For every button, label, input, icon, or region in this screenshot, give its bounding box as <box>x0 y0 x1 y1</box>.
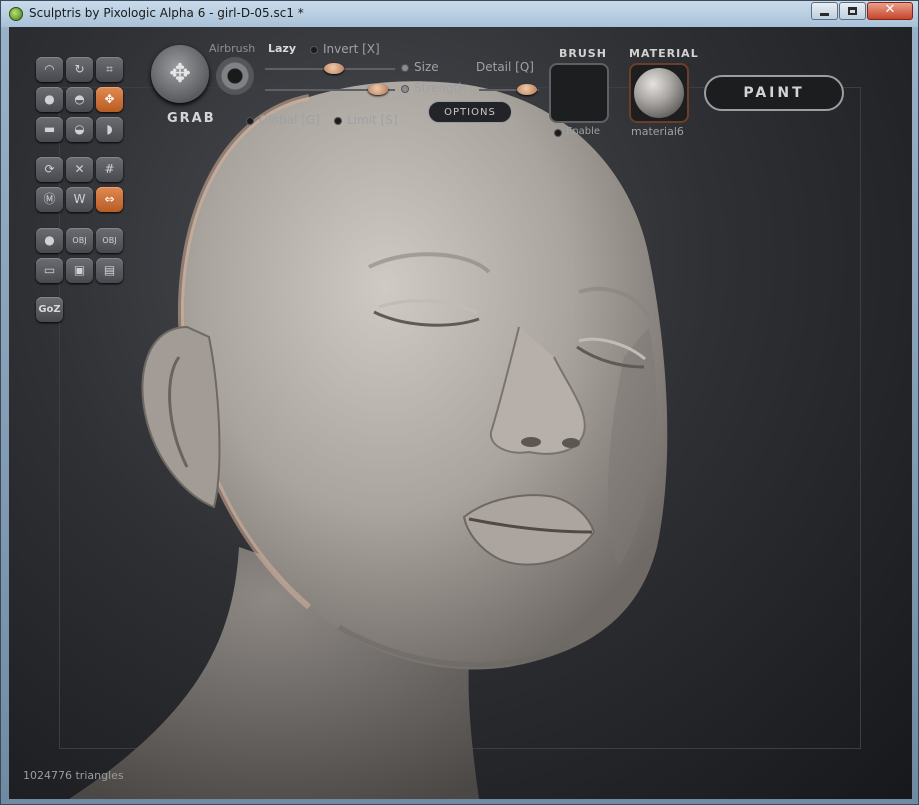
invert-toggle[interactable] <box>311 47 317 53</box>
export-obj-tool[interactable]: OBJ <box>96 228 123 253</box>
paint-button[interactable]: PAINT <box>704 75 844 111</box>
size-slider-knob[interactable] <box>324 63 344 74</box>
grid-tool[interactable]: # <box>96 157 123 182</box>
ear-shape <box>141 325 221 509</box>
plane-tool[interactable]: ▭ <box>36 258 63 283</box>
limit-toggle[interactable] <box>335 118 341 124</box>
brush-slot[interactable] <box>549 63 609 123</box>
rotate-icon: ↻ <box>74 62 85 76</box>
flatten-tool[interactable]: ▬ <box>36 117 63 142</box>
open-icon: ▣ <box>73 263 86 277</box>
size-label: Size <box>414 60 439 74</box>
strength-label: Strength <box>414 81 466 95</box>
enable-toggle[interactable] <box>555 130 561 136</box>
export-obj-icon: OBJ <box>102 236 117 245</box>
pinch-tool[interactable]: ◒ <box>66 117 93 142</box>
scale-tool[interactable]: ⌗ <box>96 57 123 82</box>
grab-tool[interactable]: ✥ <box>96 87 123 112</box>
minimize-icon <box>820 13 829 16</box>
window-title: Sculptris by Pixologic Alpha 6 - girl-D-… <box>29 6 304 20</box>
sculptris-logo-icon <box>9 7 23 21</box>
airbrush-label[interactable]: Airbrush <box>209 42 255 55</box>
material-name: material6 <box>631 125 684 138</box>
wireframe-icon: W <box>73 192 86 206</box>
close-button[interactable]: ✕ <box>867 2 913 20</box>
detail-label: Detail [Q] <box>476 60 534 74</box>
reduce-icon: ✕ <box>74 162 85 176</box>
subdivide-icon: ⟳ <box>44 162 55 176</box>
draw-tool[interactable]: ◓ <box>66 87 93 112</box>
invert-label[interactable]: Invert [X] <box>323 42 380 56</box>
reduce-tool[interactable]: ✕ <box>66 157 93 182</box>
pinch-icon: ◒ <box>74 122 85 136</box>
material-heading: MATERIAL <box>629 47 699 60</box>
crease-icon: ◠ <box>44 62 55 76</box>
open-tool[interactable]: ▣ <box>66 258 93 283</box>
save-tool[interactable]: ▤ <box>96 258 123 283</box>
inflate-icon: ● <box>44 92 55 106</box>
airbrush-toggle[interactable] <box>216 57 254 95</box>
maximize-icon <box>848 7 857 15</box>
mask-icon: Ⓜ <box>43 192 56 206</box>
mask-tool[interactable]: Ⓜ <box>36 187 63 212</box>
sculptris-window: Sculptris by Pixologic Alpha 6 - girl-D-… <box>0 0 919 805</box>
wireframe-tool[interactable]: W <box>66 187 93 212</box>
smooth-icon: ◗ <box>106 122 113 136</box>
brush-heading: BRUSH <box>559 47 607 60</box>
scale-icon: ⌗ <box>106 62 113 76</box>
symmetry-icon: ⇔ <box>104 192 115 206</box>
material-sphere-icon <box>634 68 684 118</box>
subdivide-tool[interactable]: ⟳ <box>36 157 63 182</box>
goz-icon: GoZ <box>38 304 61 315</box>
import-obj-tool[interactable]: OBJ <box>66 228 93 253</box>
rotate-tool[interactable]: ↻ <box>66 57 93 82</box>
size-indicator <box>402 65 408 71</box>
maximize-button[interactable] <box>839 2 866 20</box>
strength-slider-knob[interactable] <box>368 84 388 95</box>
import-obj-icon: OBJ <box>72 236 87 245</box>
sphere-icon: ● <box>44 233 55 247</box>
detail-slider-knob[interactable] <box>517 84 537 95</box>
title-bar[interactable]: Sculptris by Pixologic Alpha 6 - girl-D-… <box>1 1 918 27</box>
inflate-tool[interactable]: ● <box>36 87 63 112</box>
smooth-tool[interactable]: ◗ <box>96 117 123 142</box>
plane-icon: ▭ <box>43 263 56 277</box>
lazy-label[interactable]: Lazy <box>268 42 296 55</box>
global-label[interactable]: Global [G] <box>259 113 320 127</box>
sculpt-viewport[interactable]: ◠ ↻ ⌗ ● ◓ ✥ ▬ ◒ ◗ ⟳ ✕ # Ⓜ W ⇔ ● OBJ OBJ ▭ ▣ ▤ GoZ ✥ GRAB Airb… <box>9 27 912 799</box>
current-tool-label: GRAB <box>167 111 216 126</box>
options-button[interactable]: OPTIONS <box>428 101 512 123</box>
strength-indicator <box>402 86 408 92</box>
material-slot[interactable] <box>629 63 689 123</box>
minimize-button[interactable] <box>811 2 838 20</box>
crease-tool[interactable]: ◠ <box>36 57 63 82</box>
goz-button[interactable]: GoZ <box>36 297 63 322</box>
draw-icon: ◓ <box>74 92 85 106</box>
save-icon: ▤ <box>103 263 116 277</box>
triangle-count: 1024776 triangles <box>23 769 124 782</box>
grid-icon: # <box>104 162 115 176</box>
head-model[interactable] <box>9 27 912 799</box>
global-toggle[interactable] <box>247 118 253 124</box>
grab-icon: ✥ <box>104 92 115 106</box>
move-arrows-icon: ✥ <box>169 59 191 89</box>
sphere-tool[interactable]: ● <box>36 228 63 253</box>
limit-label[interactable]: Limit [S] <box>347 113 398 127</box>
symmetry-tool[interactable]: ⇔ <box>96 187 123 212</box>
close-icon: ✕ <box>884 2 896 17</box>
grab-brush-preview[interactable]: ✥ <box>151 45 209 103</box>
flatten-icon: ▬ <box>43 122 56 136</box>
enable-label[interactable]: Enable <box>566 126 600 137</box>
